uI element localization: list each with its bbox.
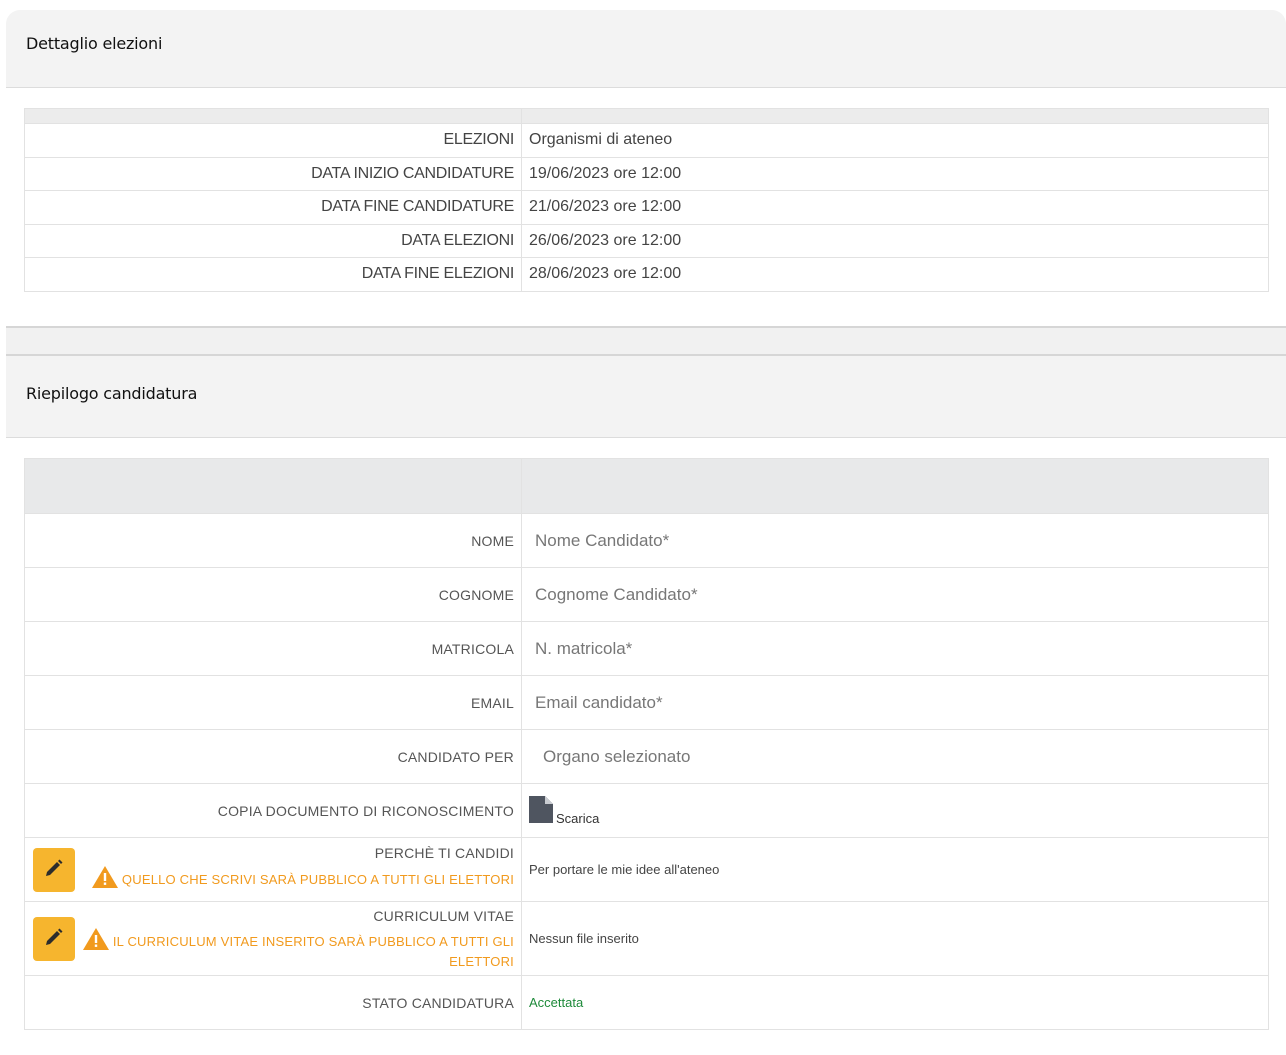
table-row: NOME Nome Candidato* (24, 513, 1269, 568)
table-row: EMAIL Email candidato* (24, 675, 1269, 730)
election-details-title: Dettaglio elezioni (26, 34, 163, 53)
cv-warning: IL CURRICULUM VITAE INSERITO SARÀ PUBBLI… (25, 928, 514, 970)
row-label: DATA FINE ELEZIONI (24, 257, 522, 292)
why-value: Per portare le mie idee all'ateneo (521, 837, 1269, 902)
id-document-label: COPIA DOCUMENTO DI RICONOSCIMENTO (24, 783, 522, 838)
table-row: DATA FINE ELEZIONI 28/06/2023 ore 12:00 (24, 257, 1269, 292)
table-row: DATA FINE CANDIDATURE 21/06/2023 ore 12:… (24, 190, 1269, 225)
row-label: DATA FINE CANDIDATURE (24, 190, 522, 225)
table-row: PERCHÈ TI CANDIDI QUELLO CHE SCRIVI SARÀ… (24, 837, 1269, 902)
table-row: MATRICOLA N. matricola* (24, 621, 1269, 676)
election-details-table: ELEZIONI Organismi di ateneo DATA INIZIO… (24, 108, 1269, 292)
surname-label: COGNOME (24, 567, 522, 622)
matricola-value: N. matricola* (521, 621, 1269, 676)
candidature-summary-title: Riepilogo candidatura (26, 384, 198, 403)
pencil-icon (44, 858, 64, 881)
download-link-label: Scarica (556, 810, 600, 826)
cv-label: CURRICULUM VITAE (373, 908, 514, 924)
cv-warning-text-2: ELETTORI (449, 954, 514, 969)
matricola-label: MATRICOLA (24, 621, 522, 676)
table-row: DATA ELEZIONI 26/06/2023 ore 12:00 (24, 223, 1269, 258)
email-label: EMAIL (24, 675, 522, 730)
table-row: CURRICULUM VITAE IL CURRICULUM VITAE INS… (24, 901, 1269, 976)
row-label: DATA INIZIO CANDIDATURE (24, 156, 522, 191)
row-value: 28/06/2023 ore 12:00 (521, 257, 1269, 292)
row-value: Organismi di ateneo (521, 123, 1269, 158)
row-value: 26/06/2023 ore 12:00 (521, 223, 1269, 258)
edit-why-button[interactable] (33, 847, 75, 892)
pencil-icon (44, 927, 64, 950)
row-value: 21/06/2023 ore 12:00 (521, 190, 1269, 225)
row-value: 19/06/2023 ore 12:00 (521, 156, 1269, 191)
document-icon (529, 795, 553, 826)
why-warning-text: QUELLO CHE SCRIVI SARÀ PUBBLICO A TUTTI … (121, 872, 514, 887)
row-label: ELEZIONI (24, 123, 522, 158)
status-badge: Accettata (529, 994, 584, 1010)
cv-warning-text: IL CURRICULUM VITAE INSERITO SARÀ PUBBLI… (112, 934, 514, 949)
download-document-link[interactable]: Scarica (529, 795, 1268, 826)
warning-icon (91, 866, 118, 892)
section-divider (6, 326, 1286, 356)
candidature-summary-table: NOME Nome Candidato* COGNOME Cognome Can… (24, 458, 1269, 1030)
table-row: DATA INIZIO CANDIDATURE 19/06/2023 ore 1… (24, 156, 1269, 191)
table-row: CANDIDATO PER Organo selezionato (24, 729, 1269, 784)
candidate-for-label: CANDIDATO PER (24, 729, 522, 784)
table-row: COPIA DOCUMENTO DI RICONOSCIMENTO Scaric… (24, 783, 1269, 838)
status-label: STATO CANDIDATURA (24, 975, 522, 1030)
candidature-summary-header: Riepilogo candidatura (6, 356, 1286, 438)
surname-value: Cognome Candidato* (521, 567, 1269, 622)
edit-cv-button[interactable] (33, 916, 75, 961)
cv-value: Nessun file inserito (521, 901, 1269, 976)
warning-icon (82, 928, 109, 954)
election-details-header: Dettaglio elezioni (6, 10, 1286, 88)
row-label: DATA ELEZIONI (24, 223, 522, 258)
name-value: Nome Candidato* (521, 513, 1269, 568)
candidate-for-value: Organo selezionato (521, 729, 1269, 784)
why-warning: QUELLO CHE SCRIVI SARÀ PUBBLICO A TUTTI … (25, 866, 514, 892)
table-row: ELEZIONI Organismi di ateneo (24, 123, 1269, 158)
email-value: Email candidato* (521, 675, 1269, 730)
why-label: PERCHÈ TI CANDIDI (374, 845, 514, 861)
table-row: STATO CANDIDATURA Accettata (24, 975, 1269, 1030)
name-label: NOME (24, 513, 522, 568)
table-row: COGNOME Cognome Candidato* (24, 567, 1269, 622)
